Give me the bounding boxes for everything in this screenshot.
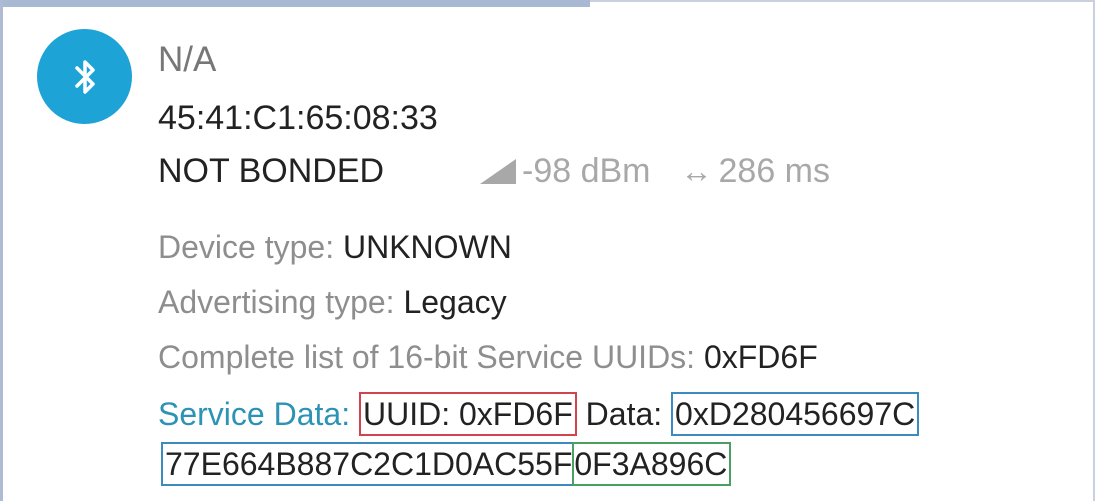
- service-uuids-label: Complete list of 16-bit Service UUIDs:: [158, 339, 704, 375]
- signal-info: -98 dBm ↔ 286 ms: [478, 151, 830, 191]
- advertising-type-label: Advertising type:: [158, 284, 404, 320]
- rssi-value: -98 dBm: [522, 151, 651, 190]
- bluetooth-icon: [74, 59, 95, 94]
- interval-arrows-icon: ↔: [680, 152, 713, 189]
- service-data-payload-tail: 0F3A896C: [572, 442, 732, 486]
- signal-strength-icon: [480, 159, 516, 184]
- top-tab-indicator: [0, 0, 590, 7]
- service-data-row: Service Data: UUID: 0xFD6F Data: 0xD2804…: [158, 392, 920, 436]
- service-data-continuation: 77E664B887C2C1D0AC55F0F3A896C: [161, 442, 732, 486]
- service-data-payload-start: 0xD280456697C: [671, 392, 920, 436]
- device-name: N/A: [158, 40, 217, 79]
- device-type-value: UNKNOWN: [342, 229, 512, 265]
- device-type-label: Device type:: [158, 229, 343, 265]
- service-uuids-row: Complete list of 16-bit Service UUIDs: 0…: [158, 337, 818, 377]
- top-border: [590, 0, 1095, 2]
- service-uuids-value: 0xFD6F: [703, 339, 818, 375]
- service-data-uuid: UUID: 0xFD6F: [358, 392, 577, 436]
- service-data-payload-middle: 77E664B887C2C1D0AC55F: [161, 442, 573, 486]
- advertising-type-value: Legacy: [403, 284, 507, 320]
- advertising-type-row: Advertising type: Legacy: [158, 282, 507, 322]
- service-data-data-label: Data:: [585, 396, 663, 432]
- device-mac-address: 45:41:C1:65:08:33: [158, 99, 438, 137]
- bond-state: NOT BONDED: [158, 152, 385, 190]
- device-type-row: Device type: UNKNOWN: [158, 227, 512, 267]
- device-avatar[interactable]: [37, 29, 132, 124]
- left-border: [0, 0, 3, 501]
- service-data-label: Service Data:: [158, 396, 351, 432]
- advertising-interval: 286 ms: [718, 151, 831, 190]
